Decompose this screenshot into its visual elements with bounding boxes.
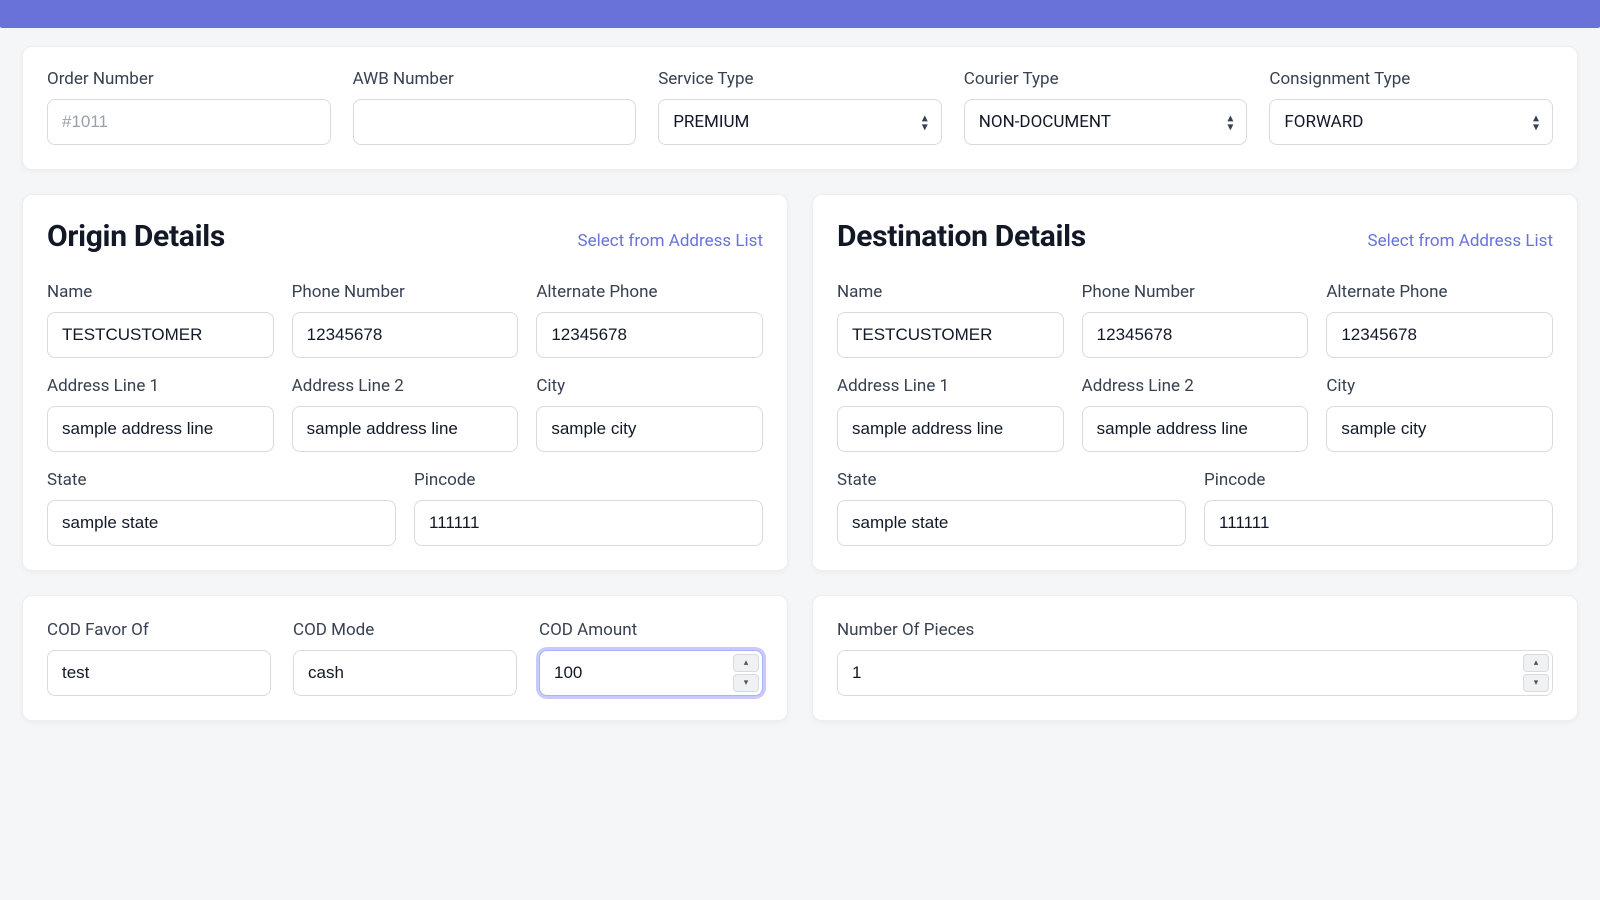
origin-alt-phone-label: Alternate Phone [536, 282, 763, 302]
origin-title: Origin Details [47, 219, 225, 254]
cod-favor-label: COD Favor Of [47, 620, 271, 640]
destination-pincode-input[interactable] [1204, 500, 1553, 546]
consignment-type-label: Consignment Type [1269, 69, 1553, 89]
header-card: Order Number AWB Number Service Type PRE… [22, 46, 1578, 170]
awb-number-input[interactable] [353, 99, 637, 145]
cod-amount-stepper: ▴ ▾ [733, 654, 759, 692]
pieces-card: Number Of Pieces ▴ ▾ [812, 595, 1578, 721]
origin-phone-label: Phone Number [292, 282, 519, 302]
cod-favor-input[interactable] [47, 650, 271, 696]
destination-pincode-label: Pincode [1204, 470, 1553, 490]
origin-addr1-input[interactable] [47, 406, 274, 452]
origin-state-label: State [47, 470, 396, 490]
service-type-label: Service Type [658, 69, 942, 89]
origin-phone-input[interactable] [292, 312, 519, 358]
awb-number-label: AWB Number [353, 69, 637, 89]
destination-addr2-label: Address Line 2 [1082, 376, 1309, 396]
destination-phone-input[interactable] [1082, 312, 1309, 358]
step-up-button[interactable]: ▴ [1523, 654, 1549, 672]
step-down-button[interactable]: ▾ [1523, 674, 1549, 692]
service-type-select[interactable]: PREMIUM [658, 99, 942, 145]
origin-select-address-link[interactable]: Select from Address List [577, 231, 763, 251]
order-number-input[interactable] [47, 99, 331, 145]
origin-state-input[interactable] [47, 500, 396, 546]
pieces-count-label: Number Of Pieces [837, 620, 1553, 640]
destination-phone-label: Phone Number [1082, 282, 1309, 302]
origin-card: Origin Details Select from Address List … [22, 194, 788, 571]
cod-mode-input[interactable] [293, 650, 517, 696]
origin-addr1-label: Address Line 1 [47, 376, 274, 396]
destination-addr2-input[interactable] [1082, 406, 1309, 452]
destination-city-label: City [1326, 376, 1553, 396]
destination-card: Destination Details Select from Address … [812, 194, 1578, 571]
step-up-button[interactable]: ▴ [733, 654, 759, 672]
destination-state-input[interactable] [837, 500, 1186, 546]
courier-type-label: Courier Type [964, 69, 1248, 89]
courier-type-select[interactable]: NON-DOCUMENT [964, 99, 1248, 145]
origin-addr2-input[interactable] [292, 406, 519, 452]
pieces-count-input[interactable] [837, 650, 1553, 696]
destination-select-address-link[interactable]: Select from Address List [1367, 231, 1553, 251]
destination-addr1-input[interactable] [837, 406, 1064, 452]
origin-city-input[interactable] [536, 406, 763, 452]
destination-alt-phone-input[interactable] [1326, 312, 1553, 358]
destination-name-label: Name [837, 282, 1064, 302]
cod-amount-label: COD Amount [539, 620, 763, 640]
destination-name-input[interactable] [837, 312, 1064, 358]
origin-addr2-label: Address Line 2 [292, 376, 519, 396]
destination-alt-phone-label: Alternate Phone [1326, 282, 1553, 302]
destination-city-input[interactable] [1326, 406, 1553, 452]
origin-pincode-input[interactable] [414, 500, 763, 546]
origin-alt-phone-input[interactable] [536, 312, 763, 358]
origin-name-input[interactable] [47, 312, 274, 358]
consignment-type-select[interactable]: FORWARD [1269, 99, 1553, 145]
step-down-button[interactable]: ▾ [733, 674, 759, 692]
cod-amount-input[interactable] [539, 650, 763, 696]
cod-mode-label: COD Mode [293, 620, 517, 640]
pieces-count-stepper: ▴ ▾ [1523, 654, 1549, 692]
top-accent-bar [0, 0, 1600, 28]
origin-pincode-label: Pincode [414, 470, 763, 490]
destination-title: Destination Details [837, 219, 1086, 254]
destination-addr1-label: Address Line 1 [837, 376, 1064, 396]
cod-card: COD Favor Of COD Mode COD Amount ▴ ▾ [22, 595, 788, 721]
order-number-label: Order Number [47, 69, 331, 89]
origin-name-label: Name [47, 282, 274, 302]
origin-city-label: City [536, 376, 763, 396]
destination-state-label: State [837, 470, 1186, 490]
